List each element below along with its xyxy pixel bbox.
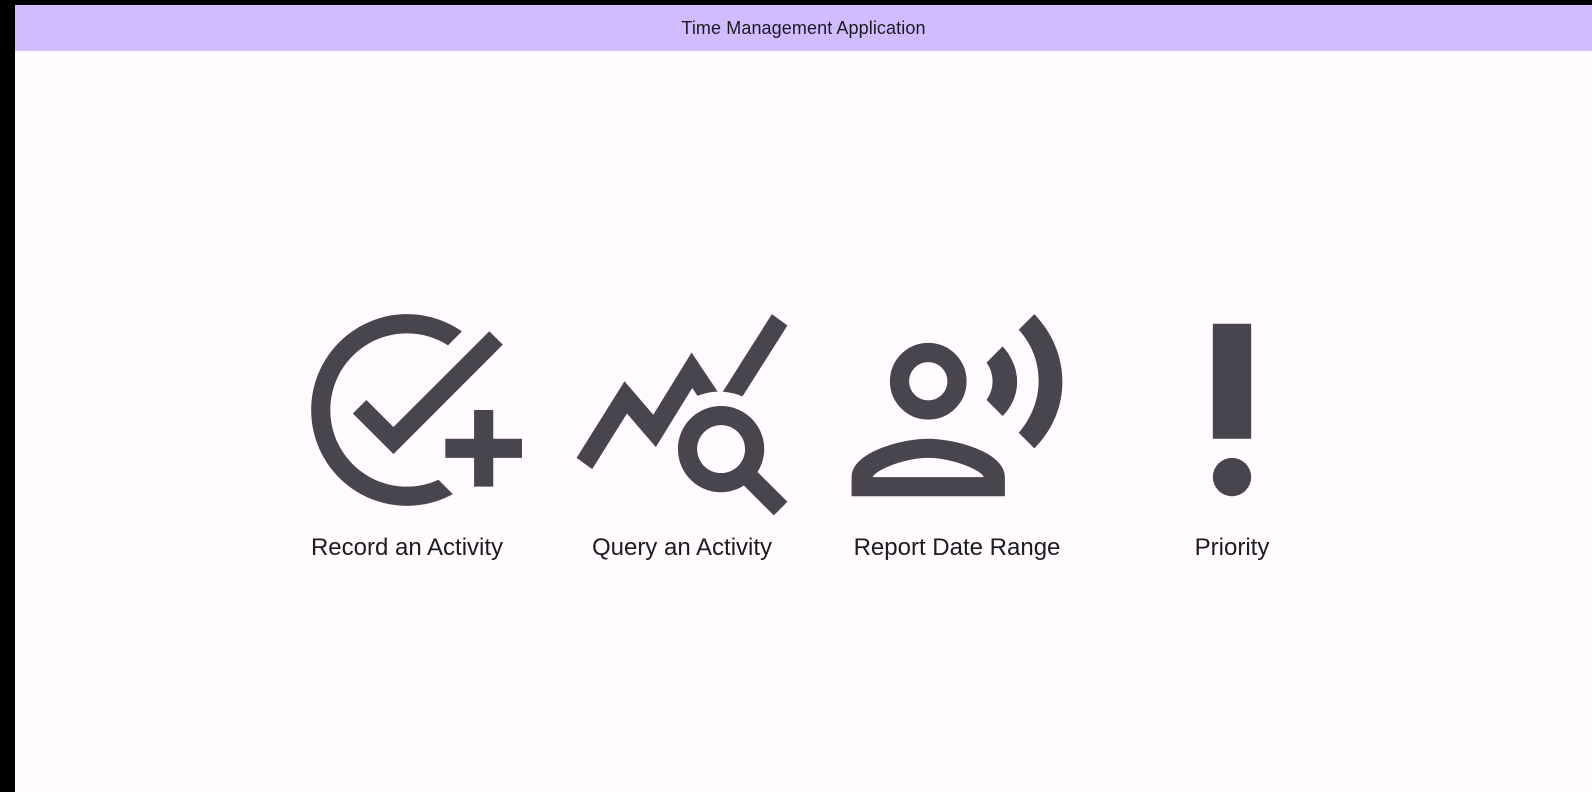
query-activity-button[interactable]: Query an Activity (542, 295, 822, 562)
record-voice-over-icon (851, 314, 1063, 497)
app-bar: Time Management Application (15, 5, 1592, 51)
priority-button[interactable]: Priority (1092, 295, 1372, 562)
app-title: Time Management Application (681, 17, 926, 38)
query-stats-icon (576, 314, 788, 516)
priority-high-icon (1212, 323, 1252, 497)
report-date-range-button[interactable]: Report Date Range (817, 295, 1097, 562)
add-task-icon (311, 314, 522, 506)
query-activity-label: Query an Activity (591, 534, 773, 561)
priority-label: Priority (1194, 534, 1270, 561)
report-date-range-label: Report Date Range (853, 534, 1061, 561)
record-activity-label: Record an Activity (310, 534, 504, 561)
record-activity-button[interactable]: Record an Activity (267, 295, 547, 562)
app-window: Time Management Application Record an Ac… (15, 5, 1592, 792)
